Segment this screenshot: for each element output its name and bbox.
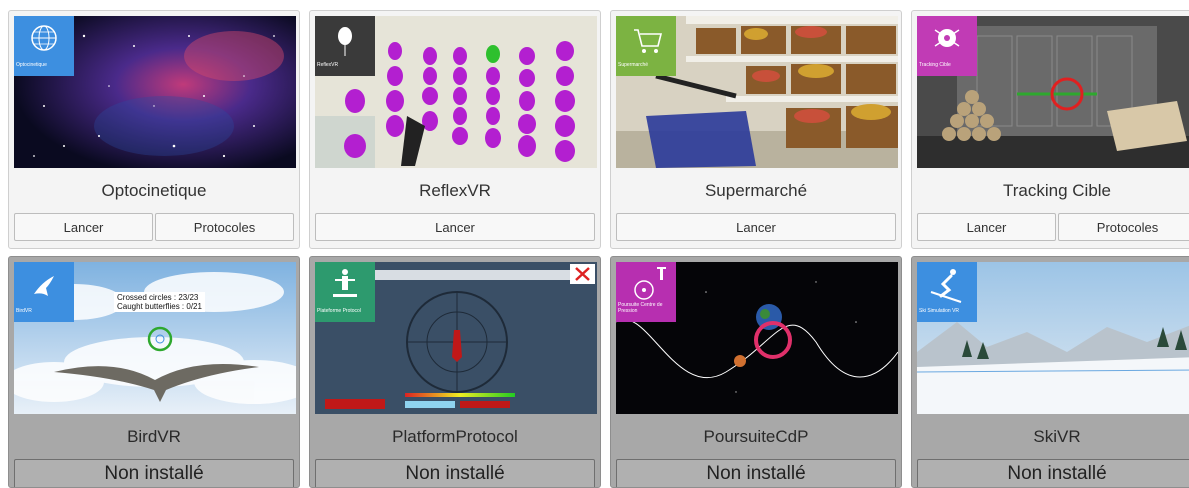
app-title: SkiVR <box>1033 427 1081 446</box>
not-installed-button[interactable]: Non installé <box>14 459 294 487</box>
app-title: PoursuiteCdP <box>703 427 809 446</box>
crossed-circles-text: Crossed circles : 23/23 <box>117 293 199 302</box>
score-overlay: Crossed circles : 23/23 Caught butterfli… <box>114 292 205 312</box>
app-card-supermarche: Supermarché Supermarché Lancer <box>610 10 902 249</box>
button-row: Lancer Protocoles <box>14 213 294 241</box>
button-row: Lancer Protocoles <box>917 213 1189 241</box>
app-card-skivr: Ski Simulation VR SkiVR Non installé <box>911 256 1189 488</box>
badge-label: Ski Simulation VR <box>919 308 960 314</box>
thumbnail[interactable]: Crossed circles : 23/23 Caught butterfli… <box>14 262 296 414</box>
thumbnail[interactable]: Supermarché <box>616 16 898 168</box>
launch-button[interactable]: Lancer <box>616 213 896 241</box>
thumbnail[interactable]: Optocinetique <box>14 16 296 168</box>
badge-label: Plateforme Protocol <box>317 308 361 314</box>
badge: Plateforme Protocol <box>315 262 375 322</box>
caught-butterflies-text: Caught butterflies : 0/21 <box>117 302 202 311</box>
thumbnail[interactable]: Plateforme Protocol <box>315 262 597 414</box>
not-installed-button[interactable]: Non installé <box>315 459 595 487</box>
app-card-reflexvr: ReflexVR ReflexVR Lancer <box>309 10 601 249</box>
protocols-button[interactable]: Protocoles <box>155 213 294 241</box>
badge: Poursuite Centre de Pression <box>616 262 676 322</box>
badge-label: Supermarché <box>618 62 649 68</box>
badge-label: ReflexVR <box>317 62 339 68</box>
badge-label: BirdVR <box>16 308 32 314</box>
app-card-poursuitecdp: Poursuite Centre de Pression PoursuiteCd… <box>610 256 902 488</box>
button-row: Non installé <box>616 459 896 487</box>
button-row: Non installé <box>315 459 595 487</box>
button-row: Lancer <box>315 213 595 241</box>
badge: Optocinetique <box>14 16 74 76</box>
launch-button[interactable]: Lancer <box>14 213 153 241</box>
thumbnail[interactable]: Poursuite Centre de Pression <box>616 262 898 414</box>
launch-button[interactable]: Lancer <box>917 213 1056 241</box>
badge: Ski Simulation VR <box>917 262 977 322</box>
app-title: BirdVR <box>127 427 181 446</box>
badge: BirdVR <box>14 262 74 322</box>
badge-label: Poursuite Centre de Pression <box>618 302 663 314</box>
app-grid: Optocinetique Optocinetique Lancer Proto… <box>0 0 1189 488</box>
app-title: Tracking Cible <box>1002 181 1112 200</box>
app-title: PlatformProtocol <box>392 427 518 446</box>
badge-label: Tracking Cible <box>919 62 951 68</box>
launch-button[interactable]: Lancer <box>315 213 595 241</box>
app-card-tracking-cible: Tracking Cible Tracking Cible Lancer Pro… <box>911 10 1189 249</box>
thumbnail[interactable]: Ski Simulation VR <box>917 262 1189 414</box>
app-title: Supermarché <box>704 181 808 200</box>
button-row: Lancer <box>616 213 896 241</box>
badge: ReflexVR <box>315 16 375 76</box>
app-card-optocinetique: Optocinetique Optocinetique Lancer Proto… <box>8 10 300 249</box>
badge: Supermarché <box>616 16 676 76</box>
app-card-birdvr: Crossed circles : 23/23 Caught butterfli… <box>8 256 300 488</box>
not-installed-button[interactable]: Non installé <box>917 459 1189 487</box>
app-title: Optocinetique <box>101 181 207 200</box>
app-card-platformprotocol: Plateforme Protocol PlatformProtocol Non… <box>309 256 601 488</box>
thumbnail[interactable]: Tracking Cible <box>917 16 1189 168</box>
badge: Tracking Cible <box>917 16 977 76</box>
protocols-button[interactable]: Protocoles <box>1058 213 1189 241</box>
badge-label: Optocinetique <box>16 62 47 68</box>
not-installed-button[interactable]: Non installé <box>616 459 896 487</box>
app-title: ReflexVR <box>419 181 491 200</box>
button-row: Non installé <box>917 459 1189 487</box>
thumbnail[interactable]: ReflexVR <box>315 16 597 168</box>
button-row: Non installé <box>14 459 294 487</box>
